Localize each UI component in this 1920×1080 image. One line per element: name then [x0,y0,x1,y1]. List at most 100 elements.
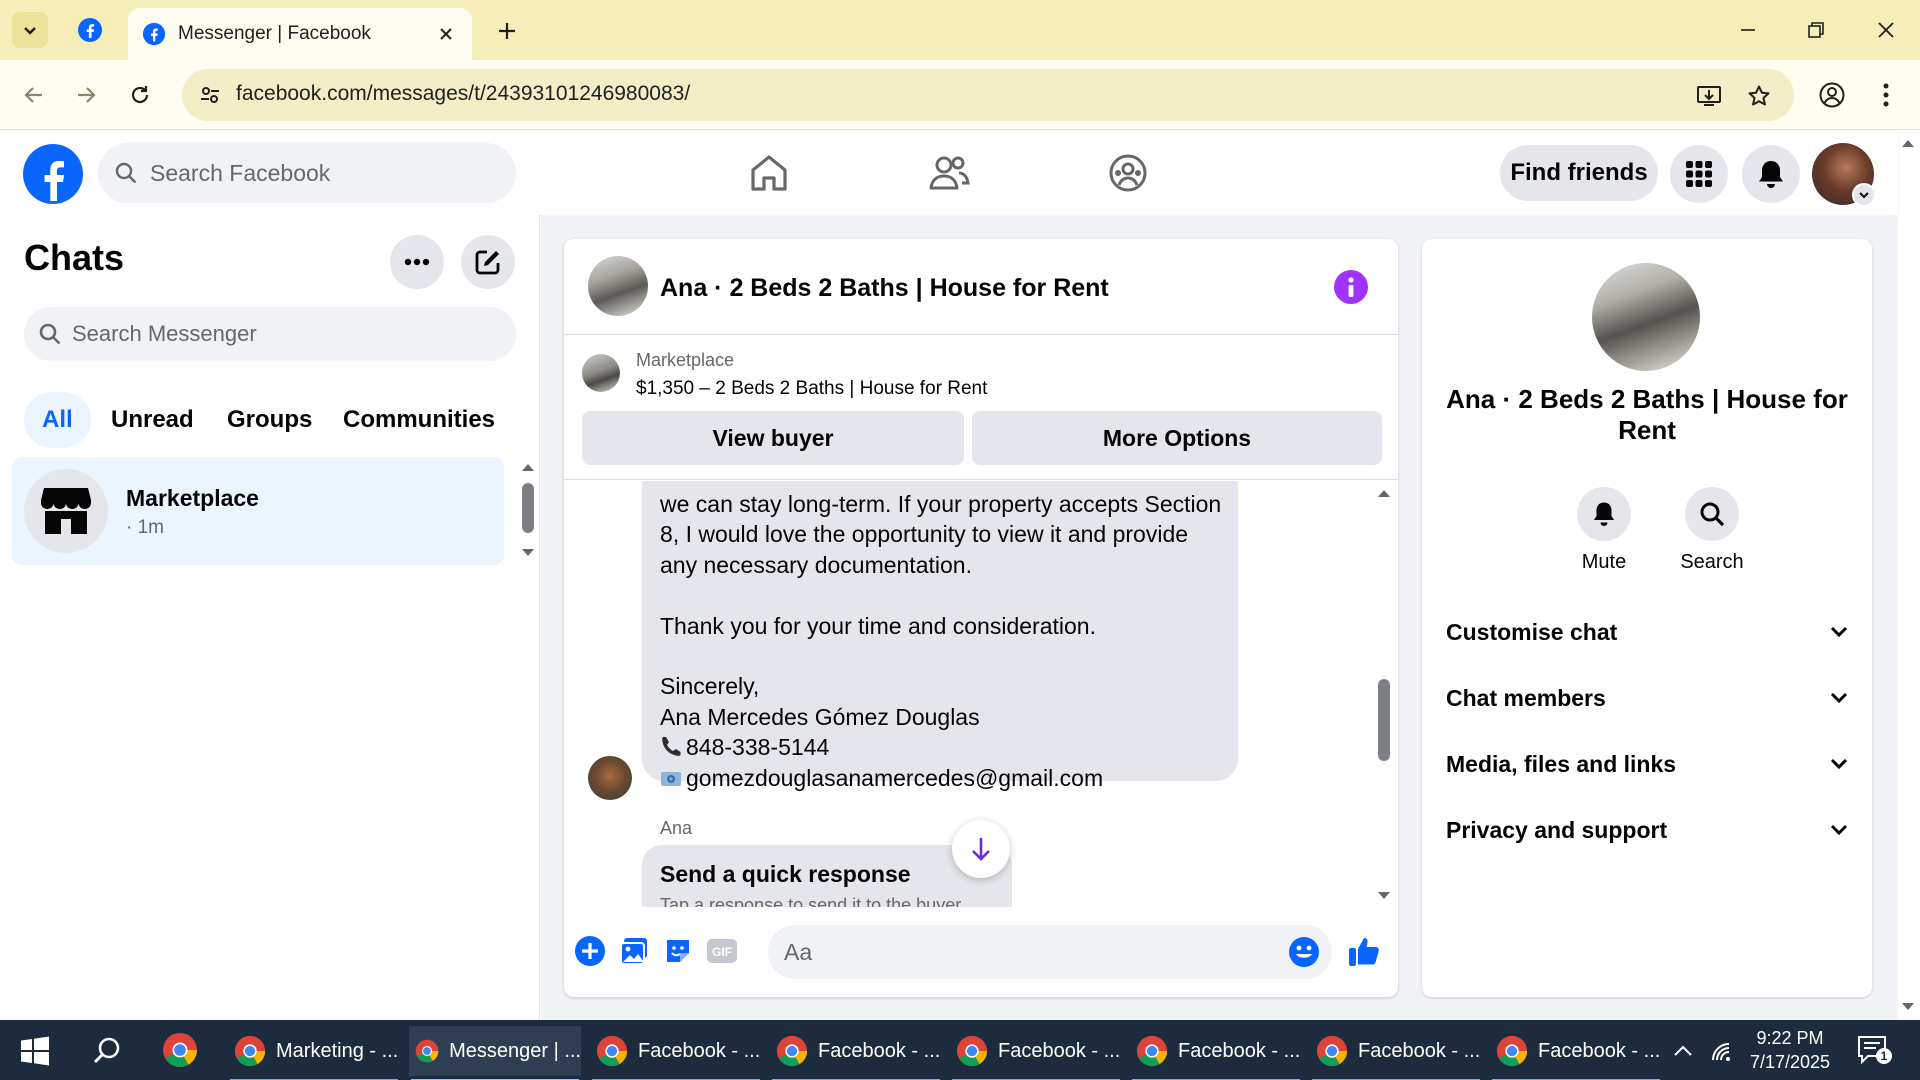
bookmark-star-icon[interactable] [1744,81,1774,111]
filter-tab-communities[interactable]: Communities [325,392,513,448]
account-menu-chevron-icon[interactable] [1852,183,1876,207]
clock-time: 9:22 PM [1756,1028,1824,1048]
page-scroll-up-icon[interactable] [1900,136,1916,150]
like-thumbs-up-icon[interactable] [1344,931,1384,971]
message-bubble[interactable]: we can stay long-term. If your property … [642,481,1238,791]
privacy-support-section[interactable]: Privacy and support [1446,805,1848,855]
taskbar-app-label: Facebook - ... [1178,1039,1301,1062]
new-message-icon[interactable] [461,235,515,289]
tab-search-button[interactable] [12,12,48,48]
sender-avatar[interactable] [588,756,632,800]
minimize-icon[interactable] [1724,10,1772,50]
messenger-search-field[interactable] [24,307,516,361]
facebook-search-input[interactable] [150,159,480,187]
chrome-pinned-icon[interactable] [162,1032,200,1070]
messages-scroll-up-icon[interactable] [1376,486,1392,500]
message-line: 8, I would love the opportunity to view … [660,521,1189,548]
new-tab-icon[interactable] [490,14,524,48]
scroll-to-latest-icon[interactable] [952,820,1010,878]
conversation-title[interactable]: Ana · 2 Beds 2 Baths | House for Rent [660,274,1109,303]
search-action[interactable]: Search [1672,487,1752,574]
conversation-avatar[interactable] [588,256,648,316]
attach-photo-icon[interactable] [614,931,654,971]
chat-list-item[interactable]: Marketplace · 1m [12,457,504,565]
restore-icon[interactable] [1792,10,1840,50]
customise-chat-section[interactable]: Customise chat [1446,607,1848,657]
chat-members-section[interactable]: Chat members [1446,673,1848,723]
taskbar-app-chrome[interactable]: Facebook - ... [770,1026,942,1080]
groups-nav-icon[interactable] [1100,147,1156,199]
media-files-links-section[interactable]: Media, files and links [1446,739,1848,789]
profile-icon[interactable] [1814,77,1850,113]
menu-grid-icon[interactable] [1670,145,1728,203]
notifications-bell-icon[interactable] [1742,145,1800,203]
taskbar-app-chrome[interactable]: Messenger | ... [409,1026,581,1080]
browser-menu-icon[interactable] [1868,77,1904,113]
find-friends-button[interactable]: Find friends [1500,145,1658,201]
reload-icon[interactable] [120,75,160,115]
taskbar-app-chrome[interactable]: Facebook - ... [590,1026,762,1080]
chats-scrollbar-thumb[interactable] [522,483,534,533]
info-avatar[interactable] [1592,263,1700,371]
filter-tab-unread[interactable]: Unread [93,392,212,448]
taskbar-app-chrome[interactable]: Facebook - ... [1130,1026,1302,1080]
site-info-icon[interactable] [194,79,226,111]
messages-scrollbar-thumb[interactable] [1378,679,1390,761]
filter-tab-all[interactable]: All [24,392,91,448]
section-label: Customise chat [1446,618,1618,645]
taskbar-app-chrome[interactable]: Facebook - ... [950,1026,1122,1080]
chats-scroll-up-icon[interactable] [518,459,538,475]
quick-response-title: Send a quick response [660,861,911,887]
chat-options-icon[interactable] [390,235,444,289]
listing-thumbnail[interactable] [582,354,620,392]
conversation-info-icon[interactable] [1334,270,1368,304]
chats-scroll-down-icon[interactable] [518,545,538,561]
filter-tab-groups[interactable]: Groups [209,392,330,448]
sender-name: Ana [660,818,693,838]
taskbar-app-chrome[interactable]: Facebook - ... [1310,1026,1482,1080]
search-icon [115,162,137,184]
chat-time: · 1m [126,517,164,538]
forward-icon[interactable] [66,75,106,115]
notification-center-icon[interactable]: 1 [1856,1034,1892,1068]
messages-scroll-down-icon[interactable] [1376,889,1392,903]
mute-action[interactable]: Mute [1564,487,1644,574]
signature-email-row: gomezdouglasanamercedes@gmail.com [660,763,1220,793]
chevron-down-icon [1830,692,1848,704]
message-line [660,641,1220,671]
gif-icon[interactable]: GIF [702,931,742,971]
friends-nav-icon[interactable] [921,147,977,199]
system-clock[interactable]: 9:22 PM 7/17/2025 [1740,1026,1840,1074]
message-input-field[interactable] [768,925,1332,979]
browser-tabstrip: Messenger | Facebook [0,0,1920,60]
taskbar-app-chrome[interactable]: Facebook - ... [1490,1026,1662,1080]
back-icon[interactable] [14,75,54,115]
emoji-icon[interactable] [1288,936,1320,968]
chrome-icon [1136,1035,1168,1067]
address-bar[interactable]: facebook.com/messages/t/2439310124698008… [182,69,1794,121]
wifi-icon[interactable] [1706,1036,1736,1066]
pinned-tab-facebook[interactable] [70,12,110,48]
close-tab-icon[interactable] [434,22,458,46]
chevron-down-icon [1830,758,1848,770]
listing-title[interactable]: $1,350 – 2 Beds 2 Baths | House for Rent [636,378,987,400]
sticker-icon[interactable] [658,931,698,971]
messenger-search-input[interactable] [72,321,492,347]
install-app-icon[interactable] [1694,81,1724,111]
tray-overflow-chevron-icon[interactable] [1668,1036,1698,1066]
notification-count: 1 [1876,1048,1892,1064]
facebook-search-field[interactable] [98,143,516,203]
facebook-logo-icon[interactable] [22,143,84,205]
home-nav-icon[interactable] [741,147,797,199]
plus-actions-icon[interactable] [570,931,610,971]
browser-toolbar: facebook.com/messages/t/2439310124698008… [0,60,1920,130]
view-buyer-button[interactable]: View buyer [582,411,964,465]
tab-messenger[interactable]: Messenger | Facebook [128,8,472,60]
close-window-icon[interactable] [1862,10,1910,50]
taskbar-search-icon[interactable] [88,1032,126,1070]
message-input[interactable] [784,938,1254,966]
windows-start-icon[interactable] [16,1032,54,1070]
more-options-button[interactable]: More Options [972,411,1382,465]
page-scroll-down-icon[interactable] [1900,1000,1916,1014]
taskbar-app-chrome[interactable]: Marketing - ... [228,1026,400,1080]
